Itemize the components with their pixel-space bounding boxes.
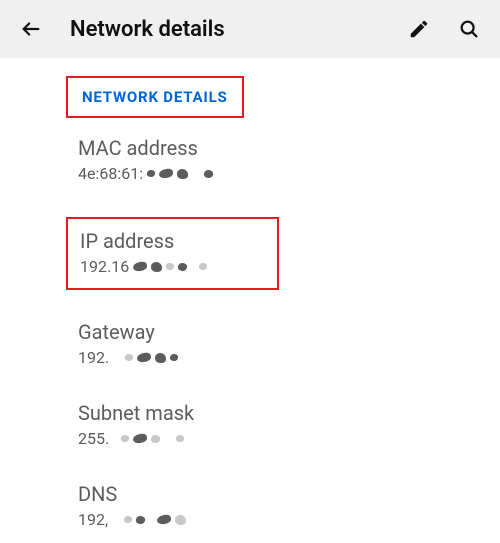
header-bar: Network details: [0, 0, 500, 58]
detail-value: 4e:68:61:: [78, 164, 480, 183]
search-icon: [458, 18, 480, 40]
detail-item-mac[interactable]: MAC address 4e:68:61:: [78, 136, 500, 183]
detail-label: MAC address: [78, 136, 480, 160]
redacted-smudge-icon: [133, 257, 207, 276]
pencil-icon: [408, 18, 430, 40]
edit-button[interactable]: [406, 16, 432, 42]
page-title: Network details: [70, 17, 380, 42]
detail-value: 192.: [78, 348, 480, 367]
detail-value: 255.: [78, 429, 480, 448]
redacted-smudge-icon: [112, 510, 186, 529]
detail-label: Gateway: [78, 320, 480, 344]
detail-item-ip-highlight[interactable]: IP address 192.16: [66, 217, 279, 290]
detail-item-dns[interactable]: DNS 192,: [78, 482, 500, 529]
redacted-smudge-icon: [147, 164, 213, 183]
redacted-smudge-icon: [113, 348, 178, 367]
back-button[interactable]: [18, 16, 44, 42]
detail-value: 192,: [78, 510, 480, 529]
search-button[interactable]: [456, 16, 482, 42]
back-arrow-icon: [20, 18, 42, 40]
section-header-highlight: NETWORK DETAILS: [66, 76, 244, 118]
detail-value: 192.16: [80, 257, 207, 276]
redacted-smudge-icon: [113, 429, 184, 448]
detail-label: Subnet mask: [78, 401, 480, 425]
detail-label: DNS: [78, 482, 480, 506]
section-header-label: NETWORK DETAILS: [82, 88, 228, 106]
content-area: NETWORK DETAILS MAC address 4e:68:61: IP…: [0, 58, 500, 529]
detail-item-subnet[interactable]: Subnet mask 255.: [78, 401, 500, 448]
detail-item-gateway[interactable]: Gateway 192.: [78, 320, 500, 367]
header-actions: [406, 16, 482, 42]
detail-label: IP address: [80, 229, 207, 253]
